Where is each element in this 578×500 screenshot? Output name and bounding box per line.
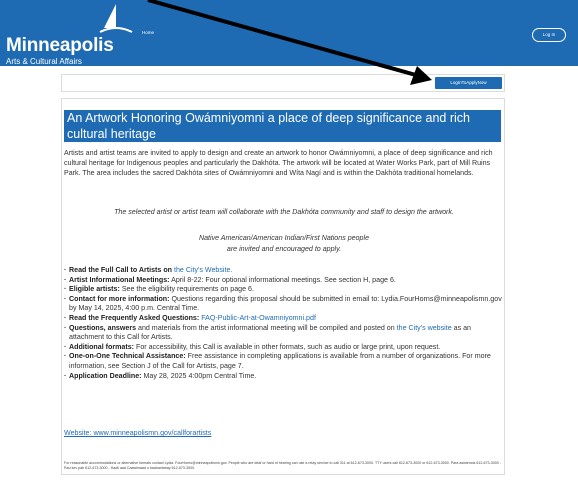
faq-pdf-link[interactable]: FAQ-Public-Art-at-Owamniyomni.pdf xyxy=(201,314,316,322)
login-button[interactable]: Log In xyxy=(532,28,566,42)
encouragement-line-1: Native American/American Indian/First Na… xyxy=(198,234,370,242)
list-item: Read the Full Call to Artists on the Cit… xyxy=(64,266,504,276)
sailboat-logo-icon xyxy=(99,4,133,33)
list-item: Artist Informational Meetings: April 8-2… xyxy=(64,276,504,286)
accommodations-footer: For reasonable accommodations or alterna… xyxy=(64,461,501,471)
encouragement-line-2: are invited and encouraged to apply. xyxy=(226,244,342,253)
list-item: Additional formats: For accessibility, t… xyxy=(64,343,504,353)
logo-subtitle: Arts & Cultural Affairs xyxy=(6,57,82,66)
website-link[interactable]: Website: www.minneapolismn.gov/callforar… xyxy=(64,429,211,437)
city-website-link[interactable]: the City's Website. xyxy=(174,266,232,274)
list-item: One-on-One Technical Assistance: Free as… xyxy=(64,352,504,371)
list-item: Eligible artists: See the eligibility re… xyxy=(64,285,504,295)
login-to-apply-button[interactable]: LogInToApplyNow xyxy=(435,77,502,89)
list-item: Questions, answers and materials from th… xyxy=(64,324,504,343)
nav-home-link[interactable]: Home xyxy=(142,30,154,35)
minneapolis-logo[interactable]: Minneapolis Arts & Cultural Affairs xyxy=(6,4,133,67)
encouragement-note: Native American/American Indian/First Na… xyxy=(64,233,504,254)
info-bullet-list: Read the Full Call to Artists on the Cit… xyxy=(64,266,504,381)
list-item: Read the Frequently Asked Questions: FAQ… xyxy=(64,314,504,324)
list-item: Contact for more information: Questions … xyxy=(64,295,504,314)
collaboration-note: The selected artist or artist team will … xyxy=(114,208,454,216)
logo-city-name: Minneapolis xyxy=(6,35,114,56)
page-title: An Artwork Honoring Owámniyomni a place … xyxy=(64,110,501,142)
list-item: Application Deadline: May 28, 2025 4:00p… xyxy=(64,372,504,382)
site-header: Minneapolis Arts & Cultural Affairs Home… xyxy=(0,0,578,66)
intro-paragraph: Artists and artist teams are invited to … xyxy=(64,149,493,178)
city-website-link-2[interactable]: the City's website xyxy=(397,324,452,332)
